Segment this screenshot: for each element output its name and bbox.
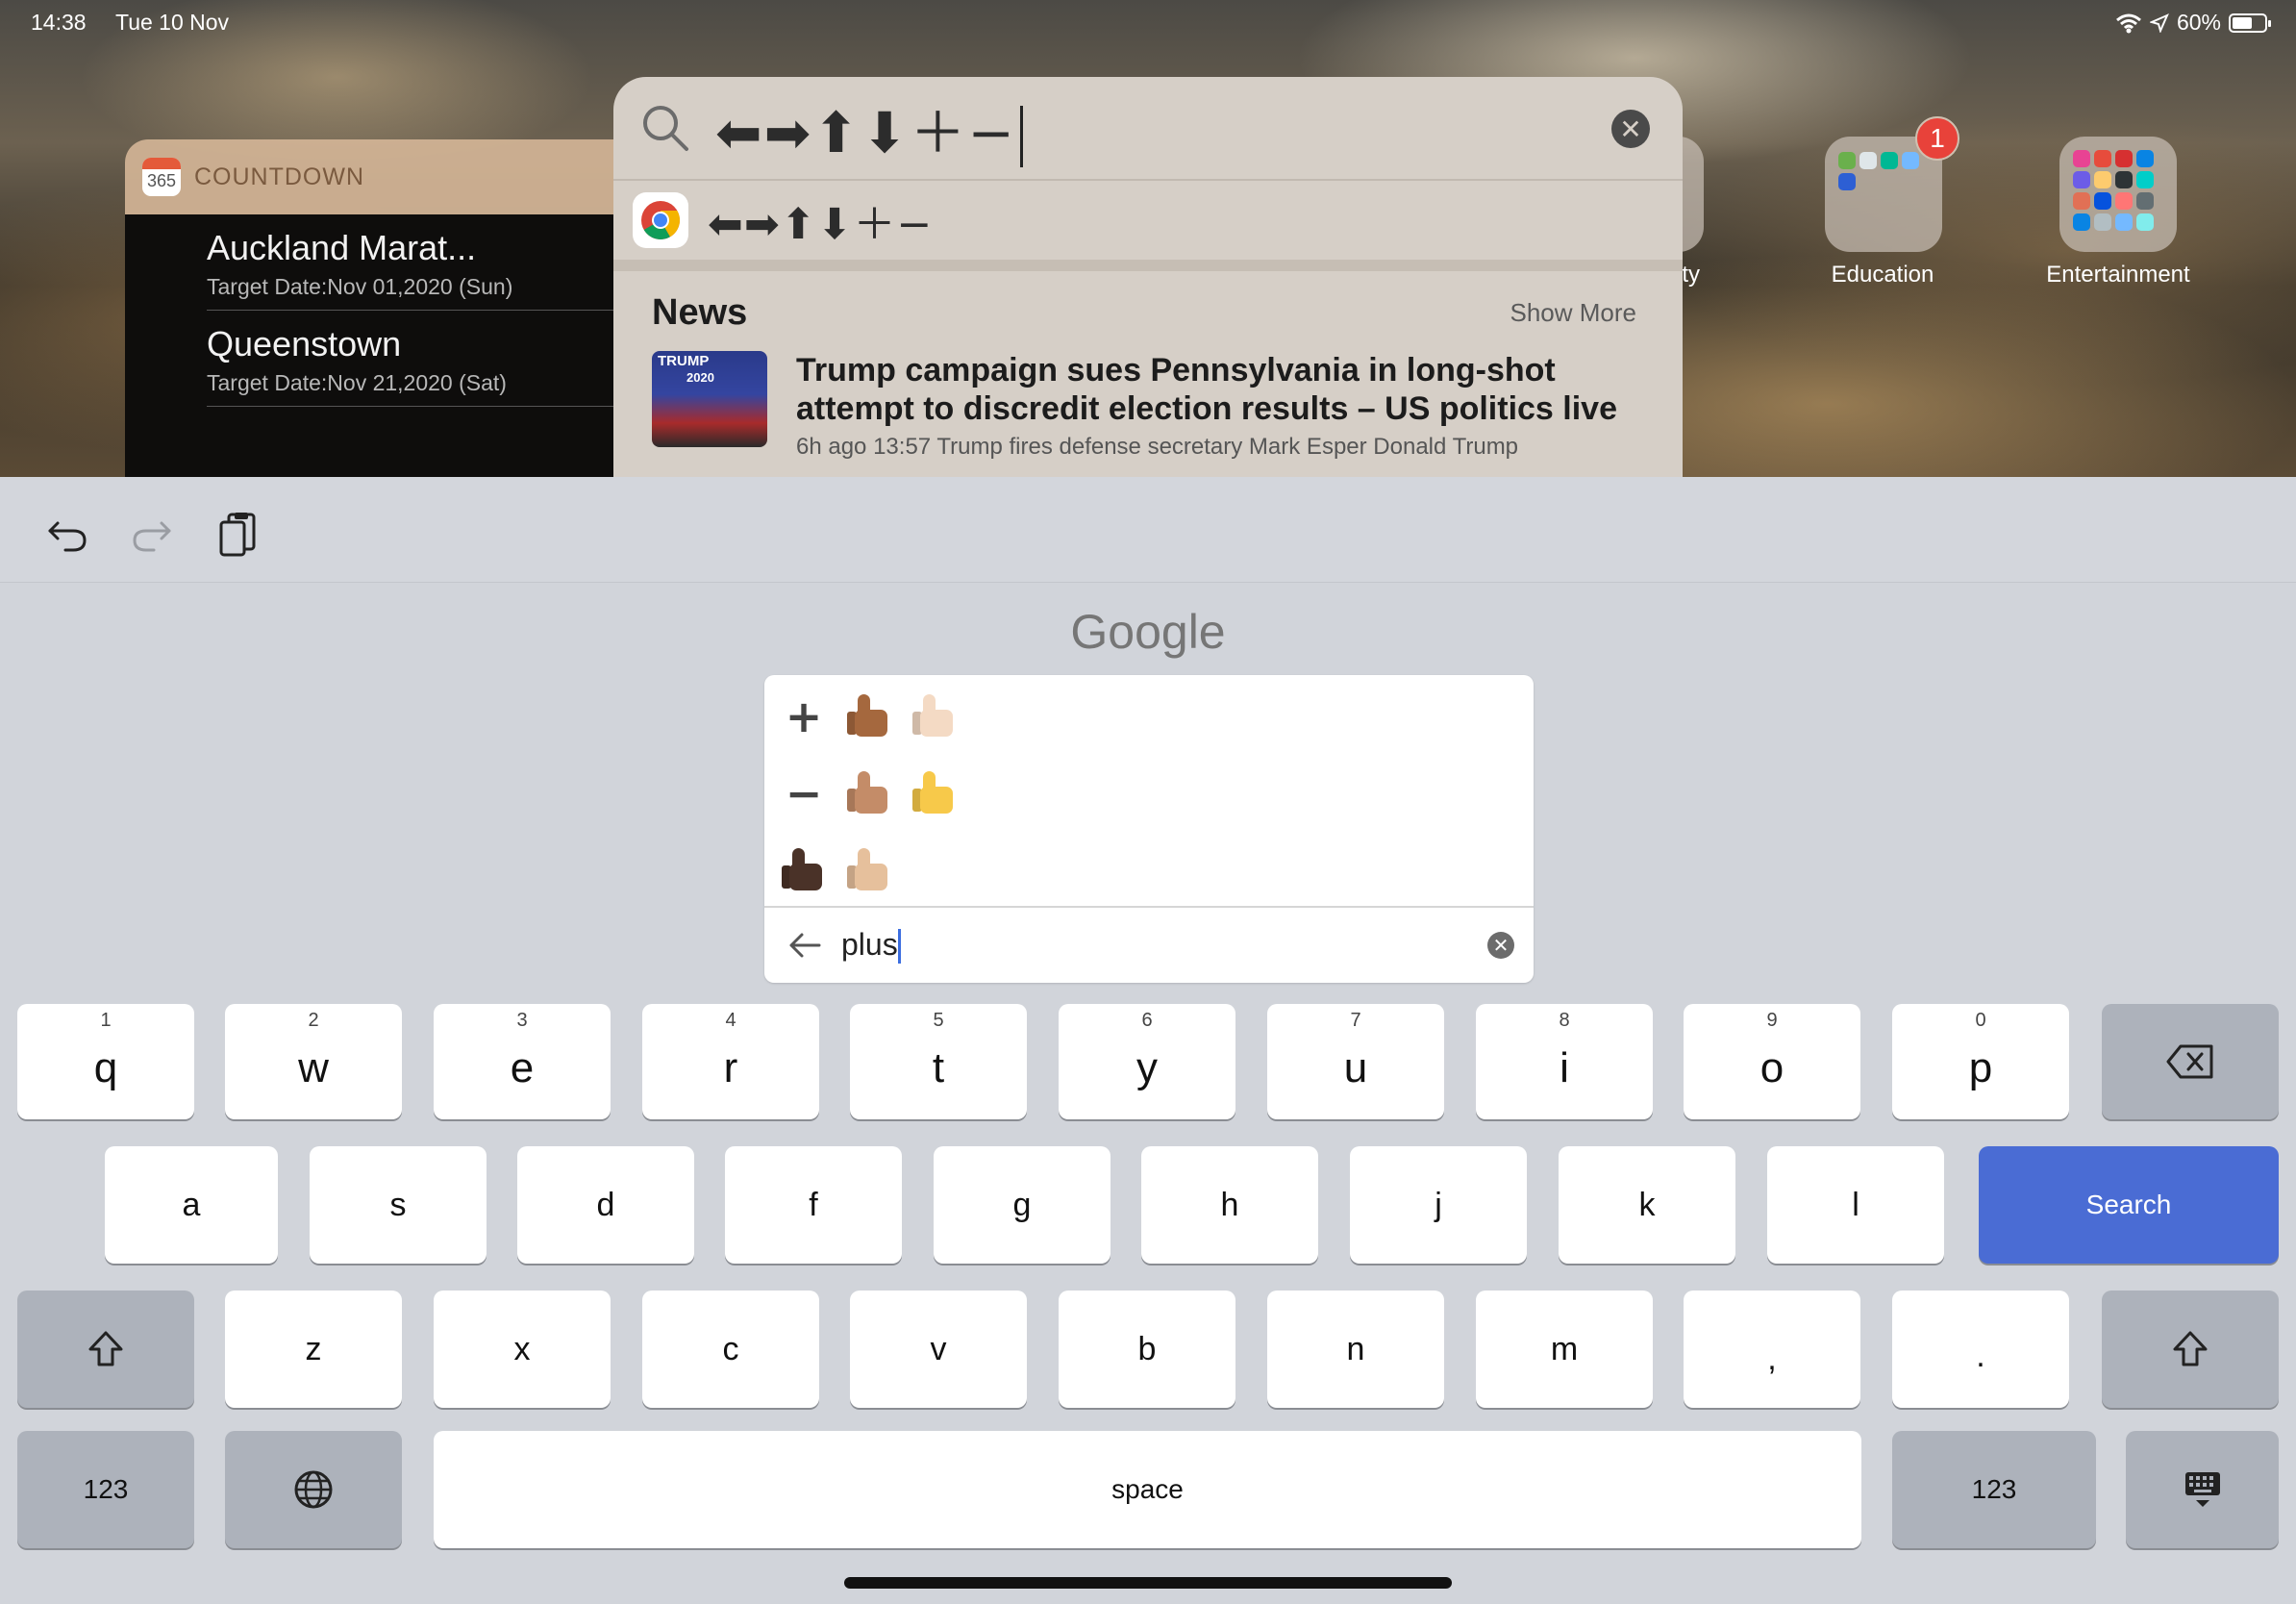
backspace-icon [2166, 1044, 2213, 1079]
numbers-key-right[interactable]: 123 [1892, 1431, 2096, 1548]
key-n[interactable]: n [1267, 1291, 1444, 1408]
key-u[interactable]: 7u [1267, 1004, 1444, 1119]
countdown-widget-header: 365 COUNTDOWN [125, 139, 625, 214]
news-item[interactable]: TRUMP 2020 Trump campaign sues Pennsylva… [613, 351, 1683, 461]
location-icon [2149, 13, 2169, 33]
spotlight-search-bar[interactable]: ⬅➡⬆⬇＋− ✕ [613, 77, 1683, 181]
folder-entertainment[interactable] [2059, 137, 2177, 252]
key-w[interactable]: 2w [225, 1004, 402, 1119]
delete-key[interactable] [2102, 1004, 2279, 1119]
search-icon [643, 106, 688, 151]
thumbs-up-medium-dark-emoji[interactable] [847, 692, 891, 740]
key-e[interactable]: 3e [434, 1004, 611, 1119]
home-indicator[interactable] [844, 1577, 1452, 1589]
key-l[interactable]: l [1767, 1146, 1944, 1264]
emoji-search-panel: + − plus ✕ [764, 675, 1534, 983]
folder-partial-label: ity [1677, 262, 1700, 288]
countdown-target-date: Target Date:Nov 01,2020 (Sun) [207, 274, 513, 299]
back-arrow-icon[interactable] [786, 926, 824, 965]
globe-icon [294, 1470, 333, 1509]
key-a[interactable]: a [105, 1146, 278, 1264]
key-comma[interactable]: , [1684, 1291, 1860, 1408]
undo-icon[interactable] [42, 510, 92, 560]
shift-icon [2173, 1331, 2208, 1366]
chrome-suggestion[interactable]: ⬅➡⬆⬇＋− [613, 181, 1683, 271]
key-j[interactable]: j [1350, 1146, 1527, 1264]
countdown-event-name: Queenstown [207, 324, 402, 363]
news-section-title: News [652, 292, 748, 333]
clear-search-button[interactable]: ✕ [1611, 110, 1650, 148]
news-snippet: 6h ago 13:57 Trump fires defense secreta… [796, 434, 1519, 460]
battery-icon [2229, 13, 2271, 33]
key-d[interactable]: d [517, 1146, 694, 1264]
key-v[interactable]: v [850, 1291, 1027, 1408]
key-i[interactable]: 8i [1476, 1004, 1653, 1119]
key-c[interactable]: c [642, 1291, 819, 1408]
thumbs-up-medium-light-emoji[interactable] [847, 846, 891, 894]
notification-badge: 1 [1915, 116, 1959, 161]
key-z[interactable]: z [225, 1291, 402, 1408]
keyboard-dismiss-icon [2184, 1472, 2220, 1507]
status-time: 14:38 [31, 10, 87, 35]
shift-key-right[interactable] [2102, 1291, 2279, 1408]
status-indicators: 60% [2115, 10, 2271, 36]
emoji-search-field[interactable]: plus ✕ [764, 906, 1534, 983]
status-date: Tue 10 Nov [115, 10, 230, 35]
countdown-item[interactable]: Auckland Marat... Target Date:Nov 01,202… [207, 214, 625, 311]
key-q[interactable]: 1q [17, 1004, 194, 1119]
countdown-target-date: Target Date:Nov 21,2020 (Sat) [207, 370, 507, 395]
suggestion-text: ⬅➡⬆⬇＋− [708, 200, 934, 249]
key-o[interactable]: 9o [1684, 1004, 1860, 1119]
key-m[interactable]: m [1476, 1291, 1653, 1408]
shift-icon [88, 1331, 123, 1366]
news-headline: Trump campaign sues Pennsylvania in long… [796, 352, 1618, 427]
google-logo: Google [1070, 605, 1226, 659]
key-t[interactable]: 5t [850, 1004, 1027, 1119]
globe-key[interactable] [225, 1431, 402, 1548]
thumbs-up-yellow-emoji[interactable] [912, 769, 957, 817]
wifi-icon [2115, 13, 2141, 33]
minus-emoji[interactable]: − [782, 769, 826, 817]
key-h[interactable]: h [1141, 1146, 1318, 1264]
key-f[interactable]: f [725, 1146, 902, 1264]
plus-emoji[interactable]: + [782, 692, 826, 740]
thumbs-up-dark-emoji[interactable] [782, 846, 826, 894]
key-g[interactable]: g [934, 1146, 1111, 1264]
key-period[interactable]: . [1892, 1291, 2069, 1408]
key-y[interactable]: 6y [1059, 1004, 1235, 1119]
spotlight-panel: ⬅➡⬆⬇＋− ✕ ⬅➡⬆⬇＋− News Show More TRUMP 202… [613, 77, 1683, 477]
key-s[interactable]: s [310, 1146, 487, 1264]
thumbs-up-medium-emoji[interactable] [847, 769, 891, 817]
countdown-title: COUNTDOWN [194, 163, 365, 190]
key-x[interactable]: x [434, 1291, 611, 1408]
redo-icon[interactable] [127, 510, 177, 560]
countdown-widget[interactable]: 365 COUNTDOWN Auckland Marat... Target D… [125, 139, 625, 477]
spotlight-search-input[interactable]: ⬅➡⬆⬇＋− [715, 88, 1023, 168]
shift-key-left[interactable] [17, 1291, 194, 1408]
folder-entertainment-label: Entertainment [2046, 262, 2190, 288]
thumbs-up-light-emoji[interactable] [912, 692, 957, 740]
chrome-icon [633, 192, 688, 248]
key-r[interactable]: 4r [642, 1004, 819, 1119]
calendar-365-icon: 365 [142, 158, 181, 196]
key-p[interactable]: 0p [1892, 1004, 2069, 1119]
countdown-item[interactable]: Queenstown Target Date:Nov 21,2020 (Sat) [207, 311, 625, 407]
space-key[interactable]: space [434, 1431, 1861, 1548]
folder-education-label: Education [1831, 262, 1934, 288]
home-screen-background: 14:38 Tue 10 Nov 60% 365 COUNTDOWN Auckl… [0, 0, 2296, 477]
clear-icon[interactable]: ✕ [1487, 932, 1514, 959]
countdown-event-name: Auckland Marat... [207, 228, 477, 267]
search-key[interactable]: Search [1979, 1146, 2279, 1264]
show-more-link[interactable]: Show More [1510, 298, 1637, 328]
key-b[interactable]: b [1059, 1291, 1235, 1408]
key-k[interactable]: k [1559, 1146, 1735, 1264]
paste-icon[interactable] [213, 510, 263, 560]
dismiss-keyboard-key[interactable] [2126, 1431, 2279, 1548]
numbers-key-left[interactable]: 123 [17, 1431, 194, 1548]
emoji-search-input[interactable]: plus [841, 927, 901, 965]
battery-percent: 60% [2176, 10, 2221, 35]
keyboard-shortcut-bar [0, 477, 2296, 583]
news-thumbnail: TRUMP 2020 [652, 351, 767, 447]
